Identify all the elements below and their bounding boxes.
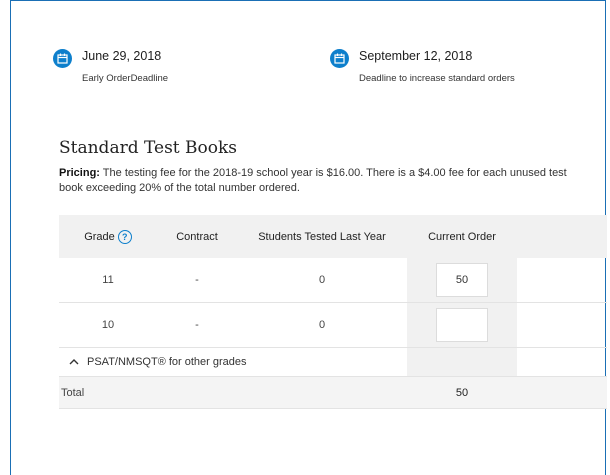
table-row: 11 - 0 [59, 258, 607, 303]
orders-table: Grade? Contract Students Tested Last Yea… [59, 215, 607, 409]
deadline-date: June 29, 2018 [82, 49, 162, 63]
current-order-cell [407, 258, 517, 303]
total-value: 50 [407, 376, 517, 409]
contract-cell: - [157, 302, 237, 348]
header-contract: Contract [157, 215, 237, 258]
header-grade: Grade? [59, 215, 157, 258]
deadline-label: Deadline to increase standard orders [359, 73, 515, 84]
pricing-text: The testing fee for the 2018-19 school y… [59, 167, 567, 194]
order-quantity-input[interactable] [436, 263, 488, 297]
header-students: Students Tested Last Year [237, 215, 407, 258]
calendar-icon [53, 49, 72, 68]
deadline-increase-orders: September 12, 2018 Deadline to increase … [330, 49, 515, 84]
chevron-up-icon [69, 356, 79, 368]
deadline-label: Early OrderDeadline [82, 73, 169, 84]
help-icon[interactable]: ? [117, 229, 132, 244]
other-grades-label: PSAT/NMSQT® for other grades [87, 355, 247, 368]
deadline-early-order: June 29, 2018 Early OrderDeadline [53, 49, 168, 84]
current-order-cell [407, 302, 517, 348]
grade-cell: 10 [59, 302, 157, 348]
header-current-order: Current Order [407, 215, 517, 258]
other-grades-toggle[interactable]: PSAT/NMSQT® for other grades [59, 347, 607, 377]
deadline-date: September 12, 2018 [359, 49, 473, 63]
order-panel: June 29, 2018 Early OrderDeadline Septem… [10, 0, 607, 475]
table-row: 10 - 0 [59, 302, 607, 348]
students-cell: 0 [237, 258, 407, 303]
pricing-note: Pricing: The testing fee for the 2018-19… [59, 166, 579, 196]
total-label: Total [59, 376, 407, 409]
pricing-label: Pricing: [59, 167, 100, 179]
order-quantity-input[interactable] [436, 308, 488, 342]
students-cell: 0 [237, 302, 407, 348]
header-spacer [517, 215, 607, 258]
grade-cell: 11 [59, 258, 157, 303]
section-title: Standard Test Books [59, 138, 238, 158]
contract-cell: - [157, 258, 237, 303]
total-row: Total 50 [59, 376, 607, 409]
calendar-icon [330, 49, 349, 68]
